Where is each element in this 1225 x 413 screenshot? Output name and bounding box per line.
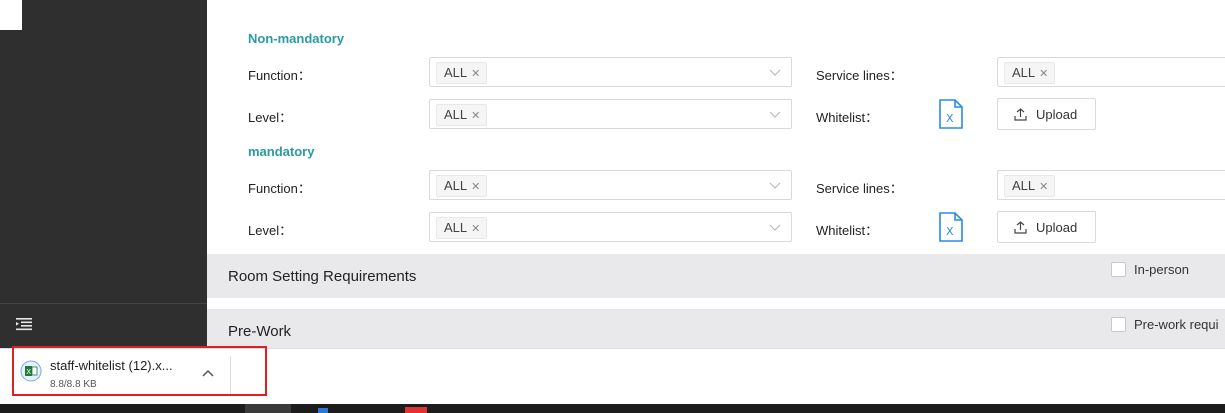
upload-icon: [1014, 221, 1027, 234]
chevron-up-icon[interactable]: [202, 368, 214, 378]
upload-label: Upload: [1036, 220, 1078, 235]
tag-label: ALL: [1012, 65, 1036, 80]
chevron-down-icon: [769, 182, 781, 189]
remove-tag-icon[interactable]: ✕: [471, 181, 480, 193]
non-mandatory-function-label: Function：: [248, 68, 311, 83]
mandatory-title: mandatory: [248, 144, 315, 159]
tag-label: ALL: [444, 220, 468, 235]
non-mandatory-service-lines-select[interactable]: ALL ✕: [997, 57, 1225, 87]
taskbar-item[interactable]: [405, 407, 427, 413]
level-tag: ALL ✕: [436, 217, 488, 239]
taskbar-item[interactable]: [245, 404, 291, 413]
download-file-name: staff-whitelist (12).x...: [50, 358, 173, 373]
pre-work-section: Pre-Work Pre-work requi: [207, 309, 1225, 348]
excel-file-icon[interactable]: X: [938, 99, 964, 129]
svg-text:X: X: [946, 225, 954, 238]
remove-tag-icon[interactable]: ✕: [471, 223, 480, 235]
upload-icon: [1014, 108, 1027, 121]
download-separator: [230, 356, 231, 394]
chevron-down-icon: [769, 69, 781, 76]
sidebar-logo-block: [0, 0, 22, 30]
upload-label: Upload: [1036, 107, 1078, 122]
collapse-menu-icon[interactable]: [16, 317, 32, 331]
non-mandatory-service-lines-label: Service lines：: [816, 68, 903, 83]
download-item[interactable]: X staff-whitelist (12).x... 8.8/8.8 KB: [12, 346, 267, 396]
tag-label: ALL: [444, 107, 468, 122]
mandatory-service-lines-label: Service lines：: [816, 181, 903, 196]
in-person-label: In-person: [1134, 262, 1189, 277]
sidebar: [0, 0, 207, 348]
function-tag: ALL ✕: [436, 62, 488, 84]
chevron-down-icon: [769, 111, 781, 118]
download-file-size: 8.8/8.8 KB: [50, 379, 97, 390]
level-tag: ALL ✕: [436, 104, 488, 126]
mandatory-level-select[interactable]: ALL ✕: [429, 212, 792, 242]
non-mandatory-level-label: Level：: [248, 110, 293, 125]
taskbar: [0, 404, 1225, 413]
pre-work-title: Pre-Work: [228, 323, 292, 340]
main-content: Non-mandatory Function： ALL ✕ Service lin…: [207, 0, 1225, 348]
taskbar-item[interactable]: [318, 408, 328, 413]
excel-download-icon: X: [20, 360, 42, 382]
mandatory-whitelist-label: Whitelist：: [816, 223, 879, 238]
remove-tag-icon[interactable]: ✕: [471, 110, 480, 122]
mandatory-function-select[interactable]: ALL ✕: [429, 170, 792, 200]
excel-file-icon[interactable]: X: [938, 212, 964, 242]
sidebar-divider: [0, 303, 207, 304]
remove-tag-icon[interactable]: ✕: [1039, 181, 1048, 193]
mandatory-service-lines-select[interactable]: ALL ✕: [997, 170, 1225, 200]
pre-work-label: Pre-work requi: [1134, 317, 1219, 332]
non-mandatory-whitelist-label: Whitelist：: [816, 110, 879, 125]
service-lines-tag: ALL ✕: [1004, 175, 1056, 197]
room-setting-section: Room Setting Requirements In-person: [207, 254, 1225, 298]
mandatory-upload-button[interactable]: Upload: [997, 211, 1096, 243]
mandatory-function-label: Function：: [248, 181, 311, 196]
chevron-down-icon: [769, 224, 781, 231]
non-mandatory-upload-button[interactable]: Upload: [997, 98, 1096, 130]
remove-tag-icon[interactable]: ✕: [1039, 68, 1048, 80]
in-person-checkbox[interactable]: [1111, 262, 1126, 277]
service-lines-tag: ALL ✕: [1004, 62, 1056, 84]
svg-text:X: X: [26, 368, 31, 376]
mandatory-level-label: Level：: [248, 223, 293, 238]
non-mandatory-title: Non-mandatory: [248, 31, 345, 46]
non-mandatory-level-select[interactable]: ALL ✕: [429, 99, 792, 129]
room-setting-title: Room Setting Requirements: [228, 268, 417, 285]
svg-text:X: X: [946, 112, 954, 125]
tag-label: ALL: [444, 178, 468, 193]
tag-label: ALL: [444, 65, 468, 80]
tag-label: ALL: [1012, 178, 1036, 193]
remove-tag-icon[interactable]: ✕: [471, 68, 480, 80]
function-tag: ALL ✕: [436, 175, 488, 197]
pre-work-checkbox[interactable]: [1111, 317, 1126, 332]
non-mandatory-function-select[interactable]: ALL ✕: [429, 57, 792, 87]
